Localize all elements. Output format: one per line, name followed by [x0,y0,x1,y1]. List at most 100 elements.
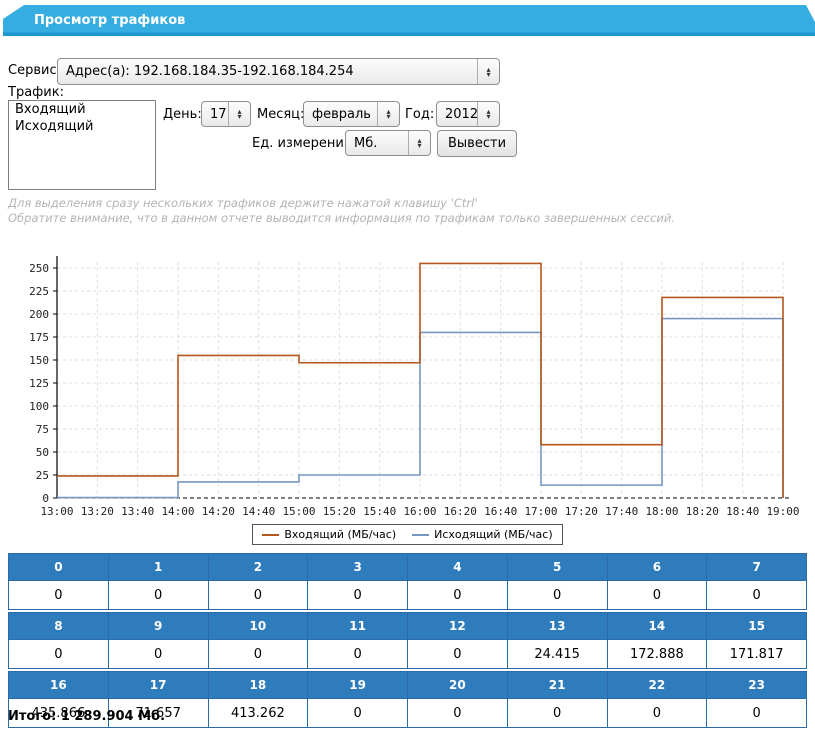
service-label: Сервис: [8,63,61,78]
hour-value-cell: 0 [108,581,208,610]
hour-value-cell: 0 [408,581,508,610]
svg-text:14:00: 14:00 [161,505,194,518]
hour-value-cell: 0 [308,581,408,610]
svg-text:15:40: 15:40 [363,505,396,518]
svg-text:50: 50 [36,446,49,459]
hour-header-cell: 13 [507,613,607,640]
svg-text:175: 175 [29,331,49,344]
hour-header-cell: 14 [607,613,707,640]
svg-text:16:40: 16:40 [484,505,517,518]
legend-label: Исходящий (МБ/час) [434,528,553,541]
legend-item: Исходящий (МБ/час) [412,528,553,541]
traffic-option[interactable]: Исходящий [9,118,155,135]
hour-value-cell: 413.262 [208,699,308,728]
hour-header-cell: 19 [308,672,408,699]
hour-value-cell: 0 [208,581,308,610]
day-select[interactable]: 17 ▴▾ [201,101,251,127]
day-select-value: 17 [202,107,228,122]
month-select[interactable]: февраль ▴▾ [303,101,400,127]
hour-header-cell: 20 [408,672,508,699]
hour-value-cell: 0 [408,640,508,669]
legend-swatch-icon [262,534,279,536]
hourly-traffic-table: 0123456700000000891011121314150000024.41… [8,553,807,730]
hour-value-cell: 0 [707,699,807,728]
hour-value-cell: 0 [208,640,308,669]
unit-select-value: Мб. [346,136,408,151]
hour-header-cell: 18 [208,672,308,699]
svg-text:16:00: 16:00 [403,505,436,518]
hour-header-row: 01234567 [9,554,807,581]
page-title: Просмотр трафиков [3,5,815,36]
svg-text:18:00: 18:00 [645,505,678,518]
svg-text:13:00: 13:00 [40,505,73,518]
svg-text:200: 200 [29,308,49,321]
hour-value-cell: 0 [507,699,607,728]
hour-header-cell: 0 [9,554,109,581]
svg-text:13:40: 13:40 [121,505,154,518]
service-select[interactable]: Адрес(а): 192.168.184.35-192.168.184.254… [57,58,500,85]
total-line: Итого: 1 289.904 Мб. [8,709,165,724]
legend-swatch-icon [412,534,429,536]
year-label: Год: [405,107,434,122]
service-select-value: Адрес(а): 192.168.184.35-192.168.184.254 [58,64,477,79]
svg-text:25: 25 [36,469,49,482]
hour-header-cell: 2 [208,554,308,581]
svg-text:15:20: 15:20 [323,505,356,518]
hour-header-cell: 9 [108,613,208,640]
hour-header-cell: 22 [607,672,707,699]
hour-header-cell: 4 [408,554,508,581]
hour-value-row: 00000000 [9,581,807,610]
svg-text:19:00: 19:00 [766,505,799,518]
show-button[interactable]: Вывести [437,130,517,157]
traffic-label: Трафик: [8,85,64,100]
svg-text:18:40: 18:40 [726,505,759,518]
svg-text:100: 100 [29,400,49,413]
spinner-icon: ▴▾ [408,131,430,155]
hour-header-row: 1617181920212223 [9,672,807,699]
hour-value-row: 0000024.415172.888171.817 [9,640,807,669]
hour-header-cell: 5 [507,554,607,581]
total-value: 1 289.904 Мб. [61,709,165,724]
hour-value-cell: 0 [108,640,208,669]
svg-text:13:20: 13:20 [81,505,114,518]
hour-header-cell: 12 [408,613,508,640]
month-select-value: февраль [304,107,377,122]
hour-header-cell: 16 [9,672,109,699]
hint-ctrl: Для выделения сразу нескольких трафиков … [8,196,478,210]
chart-legend: Входящий (МБ/час)Исходящий (МБ/час) [0,524,815,545]
hour-header-cell: 17 [108,672,208,699]
hour-value-cell: 0 [607,581,707,610]
hour-group-table: 0123456700000000 [8,553,807,610]
svg-text:250: 250 [29,262,49,275]
hour-group-table: 891011121314150000024.415172.888171.817 [8,612,807,669]
svg-text:150: 150 [29,354,49,367]
hour-header-cell: 8 [9,613,109,640]
hour-header-cell: 3 [308,554,408,581]
svg-text:16:20: 16:20 [444,505,477,518]
year-select-value: 2012 [437,107,477,122]
svg-text:14:40: 14:40 [242,505,275,518]
spinner-icon: ▴▾ [228,102,250,126]
day-label: День: [163,107,202,122]
hour-value-cell: 24.415 [507,640,607,669]
unit-select[interactable]: Мб. ▴▾ [345,130,431,156]
svg-text:75: 75 [36,423,49,436]
svg-text:17:20: 17:20 [565,505,598,518]
hour-value-cell: 0 [9,640,109,669]
hour-header-cell: 7 [707,554,807,581]
traffic-listbox[interactable]: ВходящийИсходящий [8,100,156,190]
hour-value-cell: 0 [308,699,408,728]
hour-header-cell: 11 [308,613,408,640]
svg-text:14:20: 14:20 [202,505,235,518]
total-label: Итого: [8,709,56,724]
traffic-option[interactable]: Входящий [9,101,155,118]
hour-value-cell: 0 [408,699,508,728]
hour-value-cell: 171.817 [707,640,807,669]
svg-text:225: 225 [29,285,49,298]
hour-header-cell: 10 [208,613,308,640]
year-select[interactable]: 2012 ▴▾ [436,101,500,127]
svg-text:17:00: 17:00 [524,505,557,518]
chart-legend-box: Входящий (МБ/час)Исходящий (МБ/час) [252,524,562,545]
spinner-icon: ▴▾ [377,102,399,126]
hour-header-cell: 6 [607,554,707,581]
